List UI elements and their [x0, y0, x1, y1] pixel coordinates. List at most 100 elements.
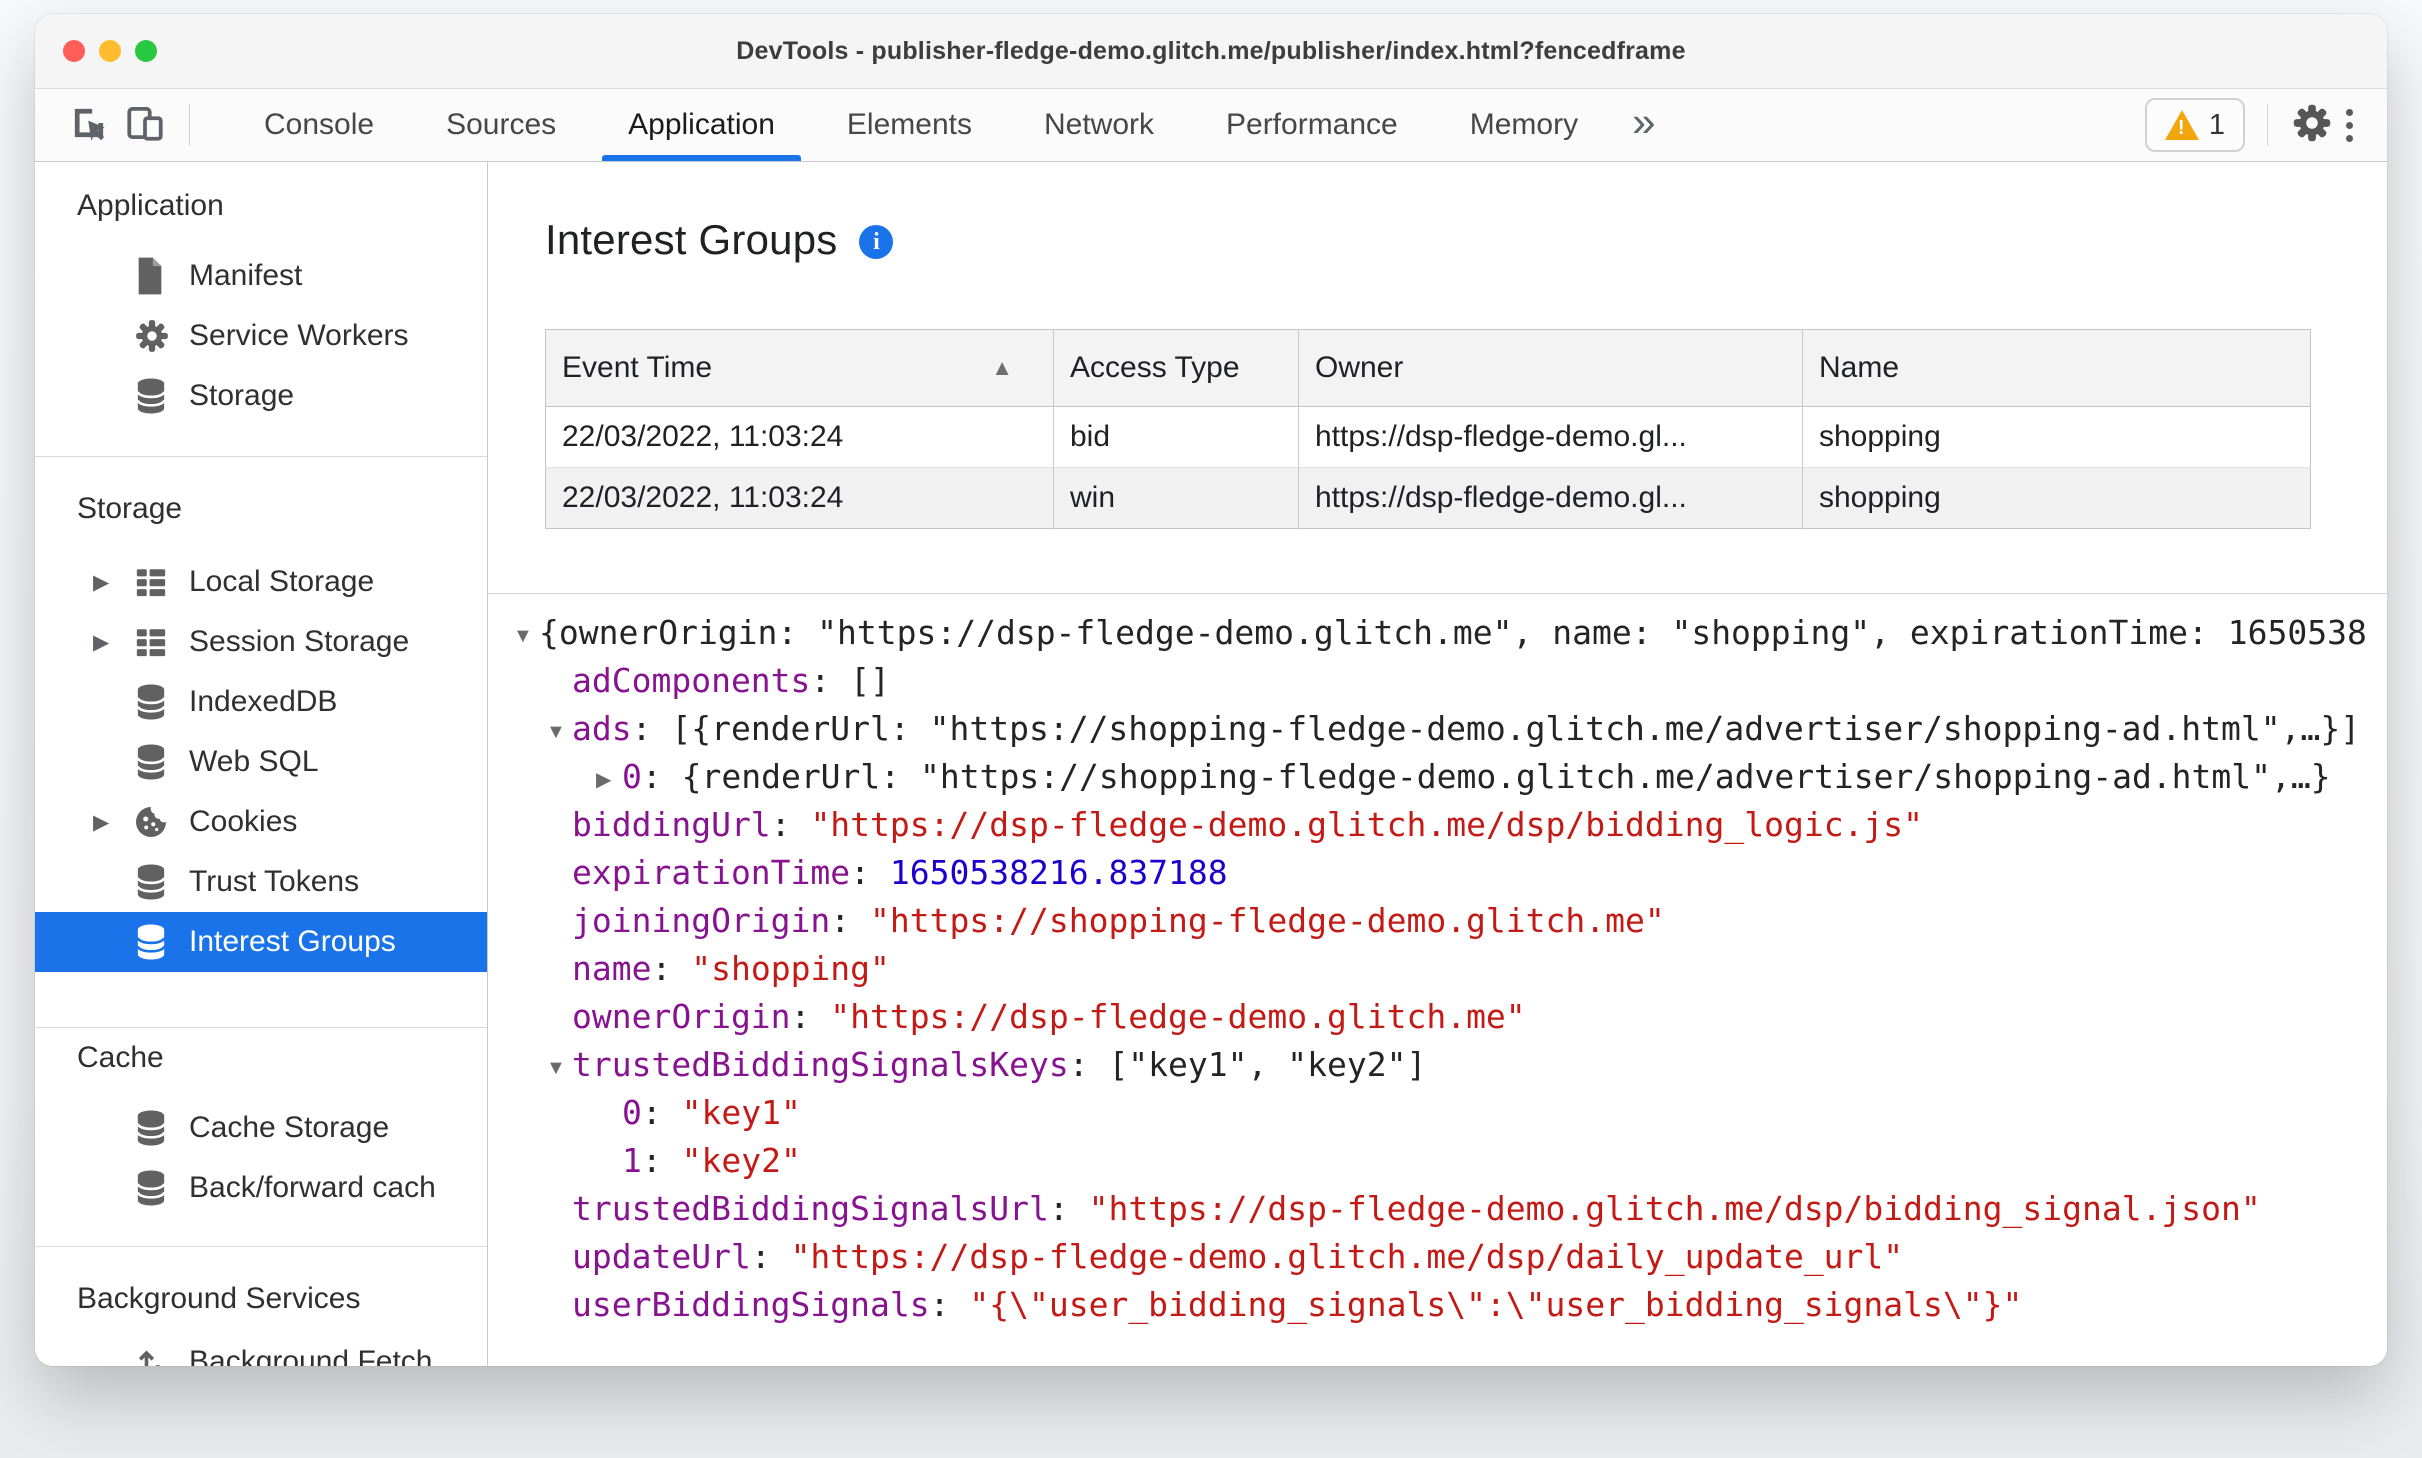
sidebar-item-indexeddb[interactable]: IndexedDB — [35, 672, 487, 732]
sidebar-item-label: IndexedDB — [189, 685, 338, 718]
disclosure-triangle-icon[interactable]: ▼ — [513, 612, 539, 657]
table-row[interactable]: 22/03/2022, 11:03:24 bid https://dsp-fledg… — [545, 406, 2311, 468]
inspect-element-button[interactable] — [61, 97, 117, 153]
table-cell[interactable]: https://dsp-fledge-demo.gl... — [1298, 467, 1803, 529]
interest-groups-panel: Interest Groups i Event Time ▲ Access Type… — [488, 162, 2387, 1366]
tree-row[interactable]: ▼ ads: [{renderUrl: "https://shopping-fle… — [488, 705, 2387, 753]
string-value: "https://shopping-fledge-demo.glitch.me" — [870, 901, 1665, 940]
table-icon — [133, 625, 173, 659]
disclosure-triangle-icon[interactable]: ▶ — [596, 756, 622, 801]
toolbar-separator — [189, 104, 190, 146]
property-name: ownerOrigin — [572, 997, 791, 1036]
property-name: ads — [572, 709, 632, 748]
sidebar-item-manifest[interactable]: Manifest — [35, 246, 487, 306]
sidebar-item-label: Background Fetch — [189, 1345, 433, 1366]
sidebar-section-background-services: Background Services Background Fetch — [35, 1247, 487, 1366]
tab-network[interactable]: Network — [1008, 89, 1190, 161]
sidebar-item-label: Cookies — [189, 805, 298, 838]
sidebar-section-cache: Cache Cache Storage Back/forward cach — [35, 1028, 487, 1247]
sidebar-item-storage[interactable]: Storage — [35, 366, 487, 426]
table-cell[interactable]: shopping — [1802, 467, 2311, 529]
sidebar-item-label: Session Storage — [189, 625, 410, 658]
devtools-window: DevTools - publisher-fledge-demo.glitch.… — [35, 14, 2387, 1366]
sidebar-item-web-sql[interactable]: Web SQL — [35, 732, 487, 792]
gear-icon — [133, 317, 173, 355]
table-row[interactable]: 22/03/2022, 11:03:24 win https://dsp-fledg… — [545, 467, 2311, 529]
settings-button[interactable] — [2284, 97, 2340, 153]
table-cell[interactable]: win — [1053, 467, 1299, 529]
window-title: DevTools - publisher-fledge-demo.glitch.… — [736, 36, 1686, 65]
info-icon[interactable]: i — [859, 225, 894, 259]
string-value: "https://dsp-fledge-demo.glitch.me/dsp/b… — [810, 805, 1924, 844]
sidebar-item-trust-tokens[interactable]: Trust Tokens — [35, 852, 487, 912]
tab-performance[interactable]: Performance — [1190, 89, 1434, 161]
preview-text: : — [850, 853, 890, 892]
table-cell[interactable]: 22/03/2022, 11:03:24 — [545, 406, 1054, 468]
issues-counter-button[interactable]: 1 — [2144, 98, 2245, 152]
tab-application[interactable]: Application — [592, 89, 811, 161]
tree-row[interactable]: updateUrl: "https://dsp-fledge-demo.glit… — [488, 1233, 2387, 1281]
column-header-owner[interactable]: Owner — [1298, 329, 1803, 407]
zoom-button[interactable] — [135, 40, 157, 62]
tree-row[interactable]: ownerOrigin: "https://dsp-fledge-demo.gl… — [488, 993, 2387, 1041]
sidebar-item-label: Storage — [189, 379, 295, 412]
table-cell[interactable]: shopping — [1803, 407, 2311, 468]
preview-text: : {renderUrl: "https://shopping-fledge-d… — [641, 757, 2331, 796]
tree-row[interactable]: trustedBiddingSignalsUrl: "https://dsp-f… — [488, 1185, 2387, 1233]
expand-triangle-icon[interactable]: ▶ — [93, 570, 133, 595]
disclosure-triangle-icon[interactable]: ▼ — [546, 708, 572, 753]
tree-row[interactable]: adComponents: [] — [488, 657, 2387, 705]
device-toolbar-icon — [123, 101, 167, 150]
sidebar-item-session-storage[interactable]: ▶ Session Storage — [35, 612, 487, 672]
column-header-name[interactable]: Name — [1802, 329, 2311, 407]
expand-triangle-icon[interactable]: ▶ — [93, 810, 133, 835]
table-cell[interactable]: bid — [1053, 406, 1299, 468]
tab-memory[interactable]: Memory — [1434, 89, 1614, 161]
sidebar-item-back-forward-cach[interactable]: Back/forward cach — [35, 1158, 487, 1218]
database-icon — [133, 743, 173, 781]
devtools-body: Application Manifest Service Workers Storag… — [35, 162, 2387, 1366]
more-tabs-button[interactable]: » — [1614, 101, 1673, 143]
close-button[interactable] — [63, 40, 85, 62]
warning-icon — [2164, 110, 2199, 140]
tree-row[interactable]: 0: "key1" — [488, 1089, 2387, 1137]
string-value: "key2" — [681, 1141, 801, 1180]
tree-row[interactable]: ▼ {ownerOrigin: "https://dsp-fledge-demo.… — [488, 609, 2387, 657]
tree-row[interactable]: biddingUrl: "https://dsp-fledge-demo.gli… — [488, 801, 2387, 849]
tree-row[interactable]: ▼ trustedBiddingSignalsKeys: ["key1", "ke… — [488, 1041, 2387, 1089]
tree-row[interactable]: userBiddingSignals: "{\"user_bidding_sig… — [488, 1281, 2387, 1329]
sidebar-item-cookies[interactable]: ▶ Cookies — [35, 792, 487, 852]
more-options-button[interactable] — [2346, 108, 2353, 142]
application-sidebar: Application Manifest Service Workers Storag… — [35, 162, 488, 1366]
sidebar-item-service-workers[interactable]: Service Workers — [35, 306, 487, 366]
sidebar-item-interest-groups[interactable]: Interest Groups — [35, 912, 487, 972]
expand-triangle-icon[interactable]: ▶ — [93, 630, 133, 655]
table-cell[interactable]: 22/03/2022, 11:03:24 — [545, 467, 1054, 529]
string-value: "shopping" — [691, 949, 890, 988]
tab-console[interactable]: Console — [228, 89, 410, 161]
tab-elements[interactable]: Elements — [811, 89, 1008, 161]
tree-row[interactable]: joiningOrigin: "https://shopping-fledge-… — [488, 897, 2387, 945]
string-value: "{\"user_bidding_signals\":\"user_biddin… — [969, 1285, 2023, 1324]
tree-row[interactable]: expirationTime: 1650538216.837188 — [488, 849, 2387, 897]
preview-text: : ["key1", "key2"] — [1068, 1045, 1427, 1084]
table-cell[interactable]: https://dsp-fledge-demo.gl... — [1298, 406, 1803, 468]
tree-row[interactable]: name: "shopping" — [488, 945, 2387, 993]
sidebar-item-cache-storage[interactable]: Cache Storage — [35, 1098, 487, 1158]
preview-text: : — [790, 997, 831, 1036]
device-toolbar-button[interactable] — [117, 97, 173, 153]
tab-sources[interactable]: Sources — [410, 89, 592, 161]
preview-text: : — [641, 1141, 682, 1180]
sidebar-item-label: Trust Tokens — [189, 865, 360, 898]
tree-row[interactable]: ▶ 0: {renderUrl: "https://shopping-fledge… — [488, 753, 2387, 801]
sidebar-item-local-storage[interactable]: ▶ Local Storage — [35, 552, 487, 612]
disclosure-triangle-icon[interactable]: ▼ — [546, 1044, 572, 1089]
minimize-button[interactable] — [99, 40, 121, 62]
tree-row[interactable]: 1: "key2" — [488, 1137, 2387, 1185]
column-header-access-type[interactable]: Access Type — [1053, 329, 1299, 407]
page-title: Interest Groups — [545, 216, 838, 263]
sidebar-item-background-fetch[interactable]: Background Fetch — [35, 1332, 487, 1366]
preview-text: : — [651, 949, 692, 988]
column-header-event-time[interactable]: Event Time ▲ — [545, 329, 1054, 407]
preview-text: : [{renderUrl: "https://shopping-fledge-… — [631, 709, 2361, 748]
